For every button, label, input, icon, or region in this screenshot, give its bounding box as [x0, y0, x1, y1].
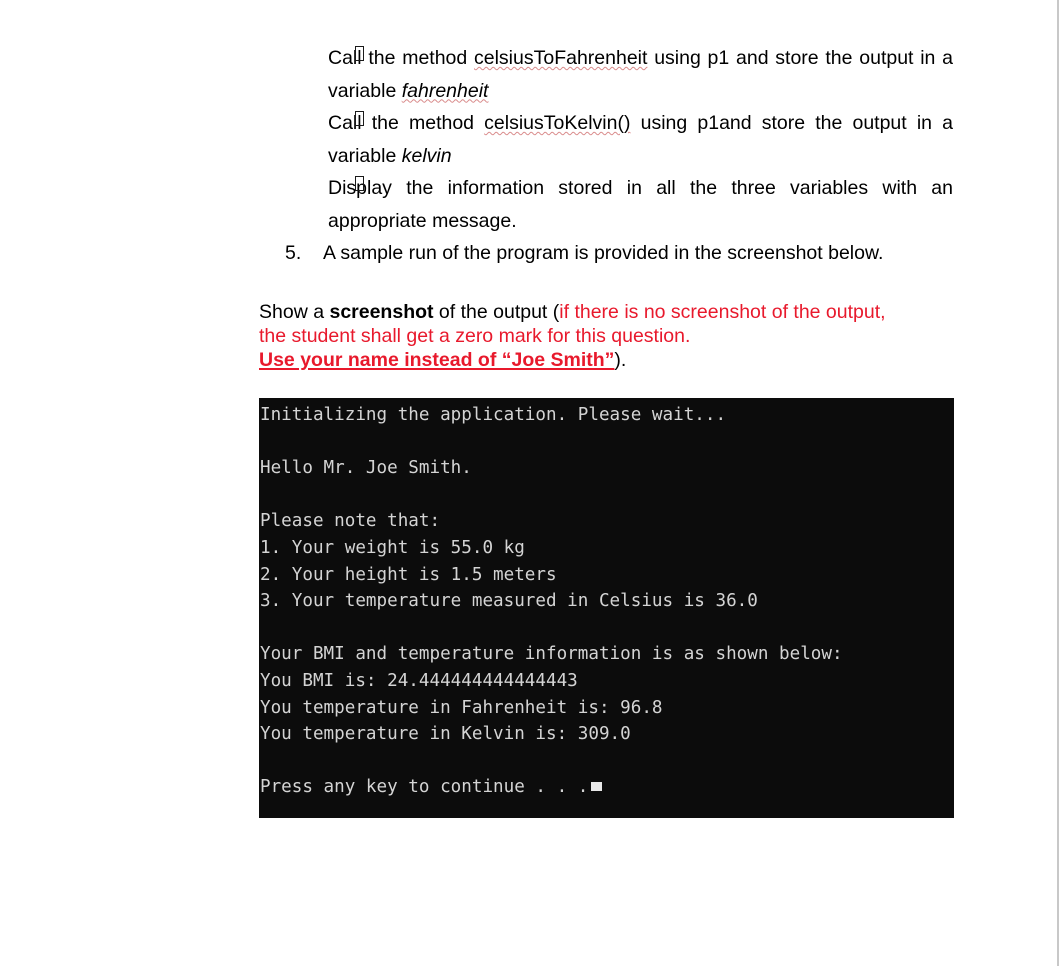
instruction-prefix: Show a	[259, 300, 330, 323]
warning-text-line-1: if there is no screenshot of the output,	[559, 300, 886, 323]
document-page: Call the method celsiusToFahrenheit usin…	[0, 0, 1057, 966]
numbered-list-item-5: 5. A sample run of the program is provid…	[259, 237, 953, 270]
terminal-line: Please note that:	[260, 511, 441, 532]
bullet-tofu-icon	[355, 111, 364, 126]
list-item: Call the method celsiusToKelvin() using …	[259, 107, 953, 172]
instruction-line-1: Show a screenshot of the output (if ther…	[259, 300, 953, 324]
bullet-item-text: Call the method celsiusToFahrenheit usin…	[328, 42, 953, 107]
terminal-line: Initializing the application. Please wai…	[260, 405, 727, 425]
page-divider	[1057, 0, 1059, 966]
warning-text-line-2: the student shall get a zero mark for th…	[259, 324, 691, 347]
terminal-line: You temperature in Kelvin is: 309.0	[260, 724, 631, 745]
terminal-output-screenshot: Initializing the application. Please wai…	[259, 398, 954, 818]
terminal-line: Your BMI and temperature information is …	[260, 644, 843, 665]
terminal-line: You BMI is: 24.444444444444443	[260, 670, 578, 691]
bullet-item-text: Call the method celsiusToKelvin() using …	[328, 107, 953, 172]
terminal-line: 3. Your temperature measured in Celsius …	[260, 591, 758, 612]
list-item: Display the information stored in all th…	[259, 172, 953, 237]
screenshot-keyword: screenshot	[329, 300, 434, 323]
method-name-celsius-to-kelvin: celsiusToKelvin()	[484, 112, 631, 134]
instruction-paragraph: Show a screenshot of the output (if ther…	[259, 300, 953, 373]
list-number-label: 5.	[285, 242, 302, 264]
bullet-pre-text: Call the method	[328, 112, 485, 134]
terminal-line: 2. Your height is 1.5 meters	[260, 564, 557, 585]
bullet-pre-text: Call the method	[328, 47, 474, 69]
terminal-line: Hello Mr. Joe Smith.	[260, 458, 472, 479]
terminal-line: You temperature in Fahrenheit is: 96.8	[260, 697, 663, 718]
instruction-closing-paren: ).	[614, 349, 627, 372]
instruction-line-3: Use your name instead of “Joe Smith”).	[259, 348, 953, 372]
vertical-scrollbar[interactable]	[975, 0, 1057, 966]
variable-name-fahrenheit: fahrenheit	[401, 79, 489, 102]
bullet-item-text: Display the information stored in all th…	[328, 177, 953, 232]
numbered-item-text: A sample run of the program is provided …	[323, 242, 884, 264]
instruction-line-2: the student shall get a zero mark for th…	[259, 324, 953, 348]
list-item: Call the method celsiusToFahrenheit usin…	[259, 42, 953, 107]
document-body: Call the method celsiusToFahrenheit usin…	[259, 0, 953, 372]
terminal-line: 1. Your weight is 55.0 kg	[260, 537, 525, 558]
terminal-prompt-text: Press any key to continue . . .	[260, 777, 589, 798]
method-name-celsius-to-fahrenheit: celsiusToFahrenheit	[474, 47, 648, 69]
instruction-midfix: of the output (	[433, 300, 560, 323]
use-your-name-directive: Use your name instead of “Joe Smith”	[259, 349, 615, 372]
terminal-line-with-cursor: Press any key to continue . . .	[259, 774, 954, 801]
bullet-tofu-icon	[355, 46, 364, 61]
variable-name-kelvin: kelvin	[401, 144, 452, 167]
block-cursor-icon	[591, 782, 603, 792]
bullet-tofu-icon	[355, 176, 364, 191]
task-bullet-list: Call the method celsiusToFahrenheit usin…	[259, 42, 953, 237]
